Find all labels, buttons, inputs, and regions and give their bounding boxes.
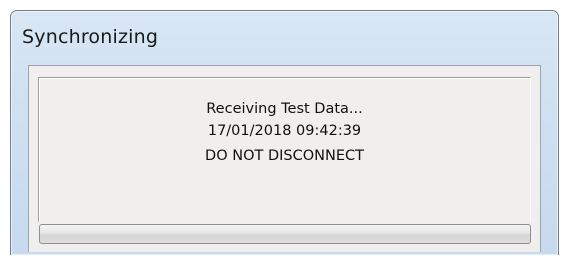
window-title: Synchronizing (22, 26, 159, 48)
progress-bar (39, 224, 531, 244)
message-group: Receiving Test Data... 17/01/2018 09:42:… (38, 77, 531, 222)
warning-text: DO NOT DISCONNECT (205, 148, 364, 164)
status-text: Receiving Test Data... (206, 101, 363, 117)
timestamp-text: 17/01/2018 09:42:39 (207, 123, 362, 139)
title-bar[interactable]: Synchronizing (11, 11, 558, 61)
sync-dialog: Synchronizing Receiving Test Data... 17/… (10, 10, 559, 255)
dialog-client-area: Receiving Test Data... 17/01/2018 09:42:… (28, 65, 541, 252)
